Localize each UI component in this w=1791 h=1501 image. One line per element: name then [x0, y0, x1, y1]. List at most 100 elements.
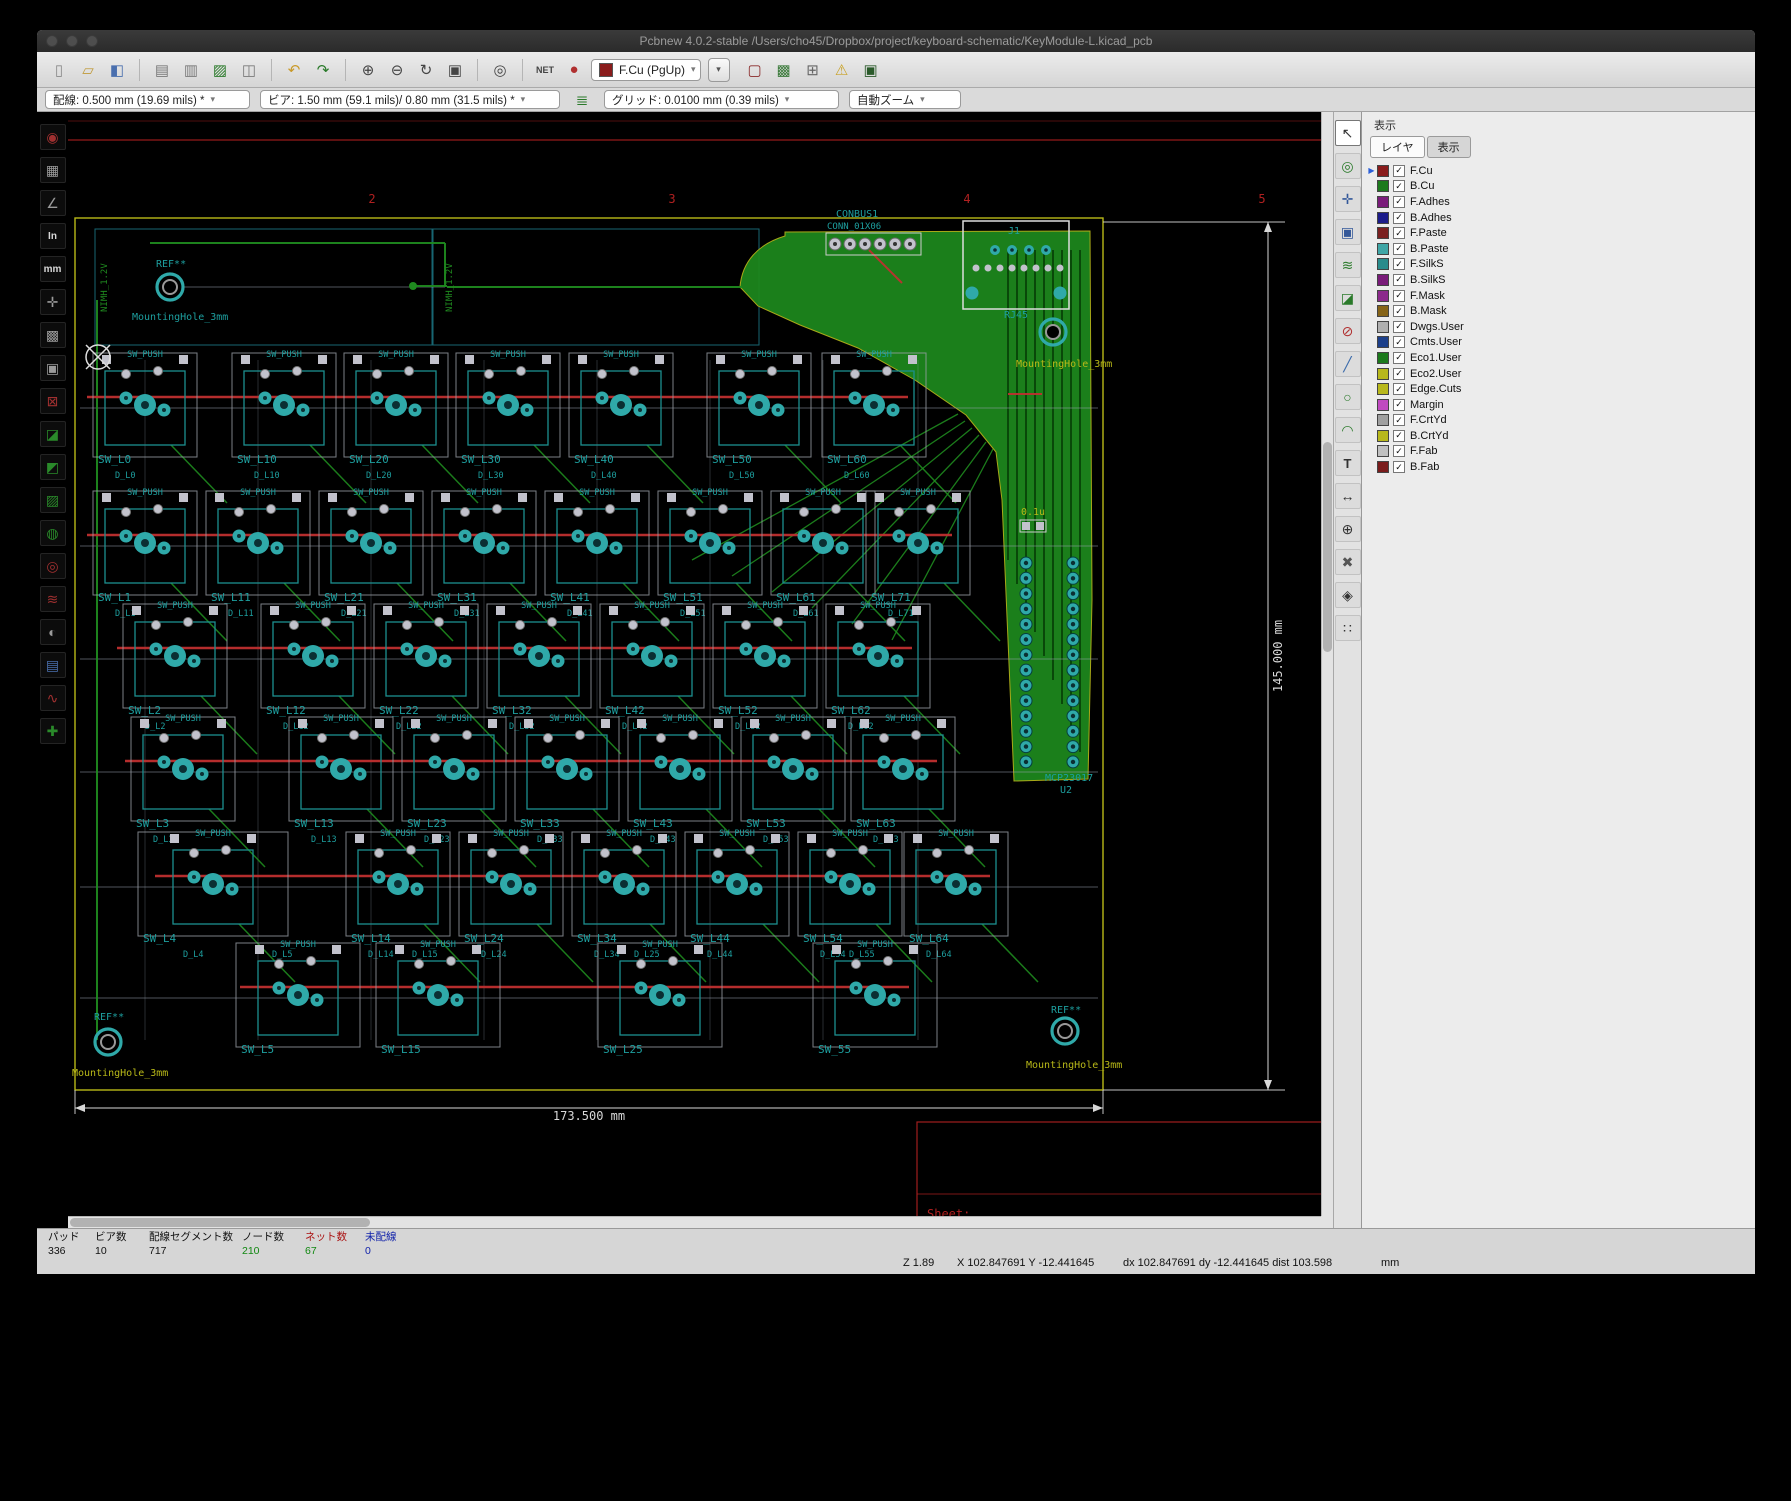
netlist-icon[interactable]: NET	[533, 58, 557, 82]
layer-color-swatch[interactable]	[1377, 212, 1389, 224]
page-settings-icon[interactable]: ▤	[150, 58, 174, 82]
print-icon[interactable]: ▥	[179, 58, 203, 82]
layer-color-swatch[interactable]	[1377, 414, 1389, 426]
layer-color-swatch[interactable]	[1377, 258, 1389, 270]
zones-outline-icon[interactable]: ◩	[40, 454, 66, 480]
layer-row-Eco1.User[interactable]: Eco1.User	[1362, 350, 1755, 366]
track-width-dropdown[interactable]: 配線: 0.500 mm (19.69 mils) *	[45, 90, 250, 109]
minimize-window-button[interactable]	[66, 35, 78, 47]
undo-icon[interactable]: ↶	[282, 58, 306, 82]
redo-icon[interactable]: ↷	[311, 58, 335, 82]
layer-color-swatch[interactable]	[1377, 227, 1389, 239]
delete-items-icon[interactable]: ✖	[1335, 549, 1361, 575]
layer-visibility-checkbox[interactable]	[1393, 196, 1405, 208]
layer-visibility-checkbox[interactable]	[1393, 258, 1405, 270]
layer-row-F.SilkS[interactable]: F.SilkS	[1362, 257, 1755, 273]
save-board-icon[interactable]: ◧	[105, 58, 129, 82]
units-mm-icon[interactable]: mm	[40, 256, 66, 282]
horizontal-scrollbar[interactable]	[68, 1216, 1321, 1228]
layer-color-swatch[interactable]	[1377, 180, 1389, 192]
layer-visibility-checkbox[interactable]	[1393, 290, 1405, 302]
layer-row-F.CrtYd[interactable]: F.CrtYd	[1362, 413, 1755, 429]
zoom-redraw-icon[interactable]: ↻	[414, 58, 438, 82]
plot-icon[interactable]: ▨	[208, 58, 232, 82]
highlight-net-icon[interactable]: ◎	[1335, 153, 1361, 179]
layer-visibility-checkbox[interactable]	[1393, 383, 1405, 395]
via-size-dropdown[interactable]: ビア: 1.50 mm (59.1 mils)/ 0.80 mm (31.5 m…	[260, 90, 560, 109]
layer-row-F.Cu[interactable]: ▶F.Cu	[1362, 163, 1755, 179]
auto-delete-track-icon[interactable]: ⊠	[40, 388, 66, 414]
layers-pane-toggle-icon[interactable]: ▤	[40, 652, 66, 678]
layer-color-swatch[interactable]	[1377, 383, 1389, 395]
layer-visibility-checkbox[interactable]	[1393, 180, 1405, 192]
layer-color-swatch[interactable]	[1377, 305, 1389, 317]
drc-icon[interactable]: ●	[562, 58, 586, 82]
layer-color-swatch[interactable]	[1377, 196, 1389, 208]
layer-color-swatch[interactable]	[1377, 290, 1389, 302]
add-graphic-line-icon[interactable]: ╱	[1335, 351, 1361, 377]
layer-selector-dropdown[interactable]: F.Cu (PgUp)	[591, 59, 701, 81]
layer-row-Dwgs.User[interactable]: Dwgs.User	[1362, 319, 1755, 335]
add-target-icon[interactable]: ⊕	[1335, 516, 1361, 542]
fast-grid-icon[interactable]: ⊞	[801, 58, 825, 82]
layer-color-swatch[interactable]	[1377, 165, 1389, 177]
layer-row-F.Adhes[interactable]: F.Adhes	[1362, 194, 1755, 210]
layer-color-swatch[interactable]	[1377, 274, 1389, 286]
hide-zones-icon[interactable]: ▨	[40, 487, 66, 513]
zoom-level-dropdown[interactable]: 自動ズーム	[849, 90, 961, 109]
add-arc-icon[interactable]: ◠	[1335, 417, 1361, 443]
layer-visibility-checkbox[interactable]	[1393, 430, 1405, 442]
layer-row-B.Fab[interactable]: B.Fab	[1362, 459, 1755, 475]
vertical-scrollbar[interactable]	[1321, 112, 1333, 1216]
grid-origin-icon[interactable]: ∷	[1335, 615, 1361, 641]
layer-row-Edge.Cuts[interactable]: Edge.Cuts	[1362, 381, 1755, 397]
layer-visibility-checkbox[interactable]	[1393, 352, 1405, 364]
module-ratsnest-icon[interactable]: ▣	[40, 355, 66, 381]
zoom-out-icon[interactable]: ⊖	[385, 58, 409, 82]
layer-row-Margin[interactable]: Margin	[1362, 397, 1755, 413]
add-keepout-icon[interactable]: ⊘	[1335, 318, 1361, 344]
vias-sketch-icon[interactable]: ◎	[40, 553, 66, 579]
layer-visibility-checkbox[interactable]	[1393, 227, 1405, 239]
zoom-in-icon[interactable]: ⊕	[356, 58, 380, 82]
add-dimension-icon[interactable]: ↔	[1335, 483, 1361, 509]
layer-row-B.Cu[interactable]: B.Cu	[1362, 179, 1755, 195]
units-inch-icon[interactable]: In	[40, 223, 66, 249]
layer-color-swatch[interactable]	[1377, 461, 1389, 473]
tab-layers[interactable]: レイヤ	[1370, 136, 1425, 158]
footprint-mode-icon[interactable]: ▢	[743, 58, 767, 82]
add-text-icon[interactable]: T	[1335, 450, 1361, 476]
layer-visibility-checkbox[interactable]	[1393, 243, 1405, 255]
find-icon[interactable]: ◎	[488, 58, 512, 82]
drc-enable-icon[interactable]: ◉	[40, 124, 66, 150]
show-zones-icon[interactable]: ◪	[40, 421, 66, 447]
layer-row-Eco2.User[interactable]: Eco2.User	[1362, 366, 1755, 382]
route-mode-icon[interactable]: ▩	[772, 58, 796, 82]
layer-row-F.Fab[interactable]: F.Fab	[1362, 444, 1755, 460]
layer-visibility-checkbox[interactable]	[1393, 165, 1405, 177]
microwave-tools-icon[interactable]: ∿	[40, 685, 66, 711]
title-bar[interactable]: Pcbnew 4.0.2-stable /Users/cho45/Dropbox…	[37, 30, 1755, 52]
pcb-canvas[interactable]: 2345Sheet:SW_PUSHSW_L0D_L0SW_PUSHSW_L10D…	[68, 112, 1333, 1228]
zoom-fit-icon[interactable]: ▣	[443, 58, 467, 82]
vertical-scrollbar-thumb[interactable]	[1323, 442, 1332, 652]
drill-origin-icon[interactable]: ◈	[1335, 582, 1361, 608]
layer-row-B.SilkS[interactable]: B.SilkS	[1362, 272, 1755, 288]
route-tracks-icon[interactable]: ≋	[1335, 252, 1361, 278]
layer-color-swatch[interactable]	[1377, 368, 1389, 380]
layer-color-swatch[interactable]	[1377, 399, 1389, 411]
layer-color-swatch[interactable]	[1377, 430, 1389, 442]
module-editor-icon[interactable]: ◫	[237, 58, 261, 82]
layer-row-F.Mask[interactable]: F.Mask	[1362, 288, 1755, 304]
polar-coords-icon[interactable]: ∠	[40, 190, 66, 216]
drc-warnings-icon[interactable]: ⚠	[830, 58, 854, 82]
track-via-settings-icon[interactable]: ≣	[570, 88, 594, 112]
tracks-sketch-icon[interactable]: ≋	[40, 586, 66, 612]
layer-visibility-checkbox[interactable]	[1393, 414, 1405, 426]
tab-render[interactable]: 表示	[1427, 136, 1471, 158]
layer-row-F.Paste[interactable]: F.Paste	[1362, 225, 1755, 241]
layer-color-swatch[interactable]	[1377, 336, 1389, 348]
layer-row-B.Mask[interactable]: B.Mask	[1362, 303, 1755, 319]
layer-visibility-checkbox[interactable]	[1393, 461, 1405, 473]
layer-row-B.Paste[interactable]: B.Paste	[1362, 241, 1755, 257]
